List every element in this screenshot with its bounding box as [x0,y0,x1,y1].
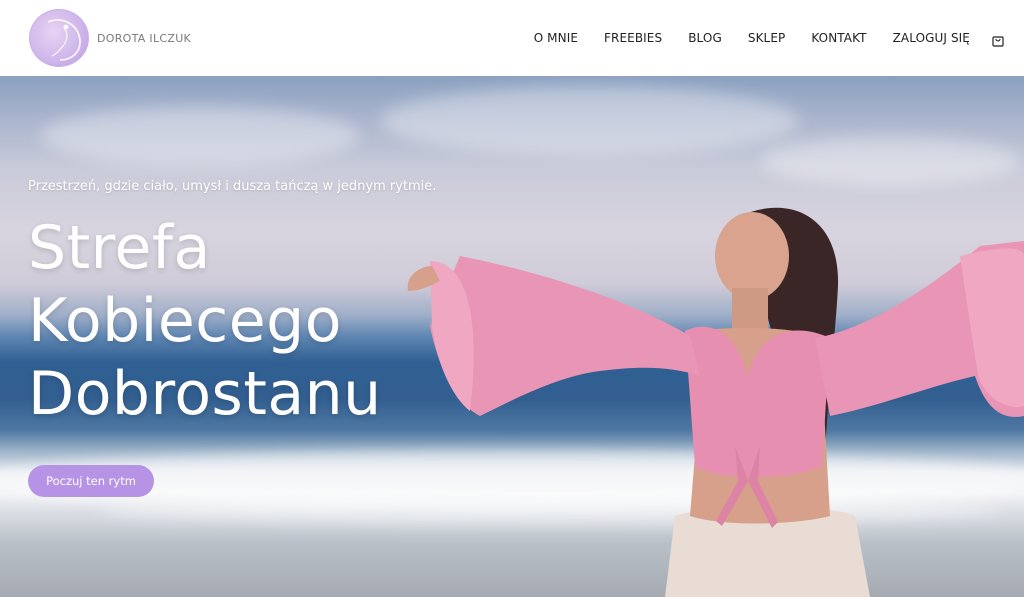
brand-name: DOROTA ILCZUK [97,31,192,45]
cta-button[interactable]: Poczuj ten rytm [28,465,154,497]
hero-section: Przestrzeń, gdzie ciało, umysł i dusza t… [0,76,1024,597]
nav-item-blog[interactable]: BLOG [688,31,722,45]
site-header: DOROTA ILCZUK O MNIE FREEBIES BLOG SKLEP… [0,0,1024,76]
shopping-bag-icon[interactable] [992,32,1004,47]
headline-line-3: Dobrostanu [28,359,382,429]
hero-headline: Strefa Kobiecego Dobrostanu [28,212,382,431]
nav-item-sklep[interactable]: SKLEP [748,31,786,45]
headline-line-2: Kobiecego [28,286,342,356]
brand[interactable]: DOROTA ILCZUK [29,9,191,67]
hero-tagline: Przestrzeń, gdzie ciało, umysł i dusza t… [28,179,437,194]
nav-item-freebies[interactable]: FREEBIES [604,31,662,45]
nav-item-o-mnie[interactable]: O MNIE [534,31,578,45]
headline-line-1: Strefa [28,213,211,283]
main-nav: O MNIE FREEBIES BLOG SKLEP KONTAKT ZALOG… [534,31,1004,47]
nav-item-kontakt[interactable]: KONTAKT [811,31,866,45]
nav-item-zaloguj[interactable]: ZALOGUJ SIĘ [893,31,970,45]
logo-emblem-icon[interactable] [29,9,89,67]
